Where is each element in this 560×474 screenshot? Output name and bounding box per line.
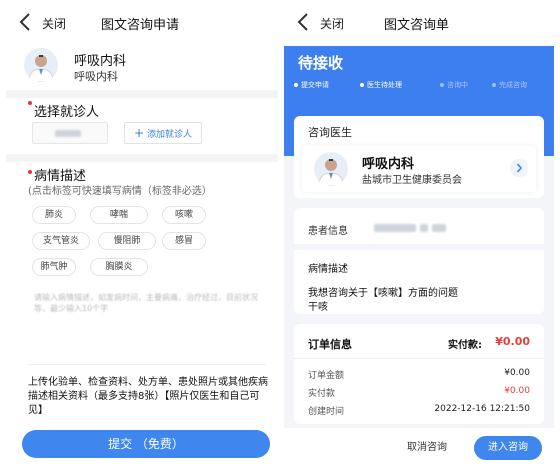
department-name: 呼吸内科 bbox=[74, 54, 127, 69]
condition-textarea[interactable]: 请输入病情描述，如发病时间，主要病痛，治疗经过，目前状况等，最少输入10个字 bbox=[34, 292, 266, 314]
back-arrow-icon[interactable] bbox=[294, 10, 314, 34]
textarea-divider bbox=[28, 364, 266, 365]
blurred-patient-age bbox=[432, 224, 446, 232]
doctor-organization: 盐城市卫生健康委员会 bbox=[362, 175, 462, 186]
doctor-card: 咨询医生 呼吸内科 盐城市卫生健康委员会 bbox=[294, 116, 544, 198]
order-card: 订单信息 实付款: ¥0.00 订单金额 ¥0.00 实付款 ¥0.00 创建时… bbox=[294, 324, 544, 424]
department-header: 呼吸内科 呼吸内科 bbox=[16, 46, 278, 86]
doctor-entry[interactable]: 呼吸内科 盐城市卫生健康委员会 bbox=[302, 146, 536, 192]
enter-consult-button[interactable]: 进入咨询 bbox=[474, 436, 542, 460]
tag-cold[interactable]: 感冒 bbox=[162, 232, 206, 250]
nav-bar: 关闭 图文咨询申请 bbox=[6, 0, 278, 46]
step-submitted: 提交申请 bbox=[294, 78, 329, 92]
paid-row-label: 实付款 bbox=[308, 389, 336, 399]
order-amount-label: 订单金额 bbox=[308, 371, 345, 381]
close-button[interactable]: 关闭 bbox=[42, 15, 66, 32]
tag-pneumonia[interactable]: 肺炎 bbox=[32, 206, 76, 224]
nav-bar: 关闭 图文咨询单 bbox=[284, 0, 554, 46]
condition-title: 病情描述 bbox=[34, 169, 87, 184]
blurred-patient-gender bbox=[420, 224, 428, 232]
page-title: 图文咨询申请 bbox=[101, 18, 180, 33]
back-arrow-icon[interactable] bbox=[16, 10, 36, 34]
condition-header: 病情描述 (点击标签可快速填写病情（标签非必选） bbox=[28, 170, 268, 199]
required-dot bbox=[28, 101, 32, 105]
paid-label: 实付款: bbox=[448, 340, 482, 351]
paid-value: ¥0.00 bbox=[495, 335, 530, 348]
step-doctor-pending: 医生待处理 bbox=[360, 78, 402, 92]
step-completed: 完成咨询 bbox=[492, 78, 527, 92]
page-title: 图文咨询单 bbox=[384, 18, 450, 33]
tag-asthma[interactable]: 哮喘 bbox=[90, 206, 148, 224]
tag-bronchitis[interactable]: 支气管炎 bbox=[32, 232, 90, 250]
bottom-action-bar: 取消咨询 进入咨询 bbox=[284, 428, 554, 474]
blurred-patient-name bbox=[55, 130, 81, 137]
consult-apply-screen: 关闭 图文咨询申请 呼吸内科 呼吸内科 选择就诊人 + 添加就诊人 病情描述 (点… bbox=[6, 0, 278, 474]
order-status: 待接收 bbox=[298, 54, 344, 72]
created-time-value: 2022-12-16 12:21:50 bbox=[434, 404, 530, 414]
department-subtitle: 呼吸内科 bbox=[74, 70, 118, 83]
step-consulting: 咨询中 bbox=[440, 78, 468, 92]
upload-instructions: 上传化验单、检查资料、处方单、患处照片或其他疾病描述相关资料（最多支持8张）【照… bbox=[28, 377, 268, 416]
required-dot bbox=[28, 170, 32, 174]
chevron-right-icon[interactable] bbox=[510, 159, 528, 177]
step-dot bbox=[492, 83, 496, 87]
patient-info-label: 患者信息 bbox=[308, 226, 348, 237]
doctor-name: 呼吸内科 bbox=[362, 157, 415, 172]
doctor-avatar bbox=[314, 152, 348, 186]
submit-button[interactable]: 提交 （免费） bbox=[22, 430, 270, 458]
condition-hint: (点击标签可快速填写病情（标签非必选） bbox=[28, 186, 212, 197]
tag-copd[interactable]: 慢阻肺 bbox=[98, 232, 156, 250]
cancel-consult-button[interactable]: 取消咨询 bbox=[392, 436, 462, 460]
order-amount-value: ¥0.00 bbox=[504, 368, 530, 378]
doctor-avatar bbox=[24, 48, 58, 82]
patient-chip[interactable] bbox=[32, 122, 108, 144]
paid-row-value: ¥0.00 bbox=[504, 386, 530, 396]
tag-cough[interactable]: 咳嗽 bbox=[162, 206, 206, 224]
condition-line-1: 我想咨询关于【咳嗽】方面的问题 bbox=[308, 288, 458, 299]
close-button[interactable]: 关闭 bbox=[320, 15, 344, 32]
step-dot bbox=[440, 83, 444, 87]
condition-line-2: 干咳 bbox=[308, 302, 328, 313]
tag-pleurisy[interactable]: 胸膜炎 bbox=[90, 258, 148, 276]
consult-order-screen: 关闭 图文咨询单 待接收 提交申请 医生待处理 咨询中 完成咨询 咨询医生 呼吸… bbox=[284, 0, 554, 474]
doctor-card-label: 咨询医生 bbox=[308, 126, 352, 139]
order-divider bbox=[294, 358, 544, 359]
tag-emphysema[interactable]: 肺气肿 bbox=[32, 258, 76, 276]
section-divider bbox=[6, 154, 278, 162]
section-divider bbox=[6, 90, 278, 98]
add-patient-button[interactable]: + 添加就诊人 bbox=[124, 122, 202, 144]
section-divider bbox=[294, 244, 544, 250]
patient-info-card: 患者信息 病情描述 我想咨询关于【咳嗽】方面的问题 干咳 bbox=[294, 208, 544, 314]
step-dot bbox=[360, 83, 364, 87]
created-time-label: 创建时间 bbox=[308, 407, 345, 417]
blurred-patient-name bbox=[374, 224, 416, 232]
order-title: 订单信息 bbox=[308, 338, 352, 351]
patient-section-title: 选择就诊人 bbox=[28, 101, 99, 120]
progress-steps: 提交申请 医生待处理 咨询中 完成咨询 bbox=[294, 78, 546, 92]
condition-label: 病情描述 bbox=[308, 264, 348, 275]
plus-icon: + bbox=[134, 126, 145, 140]
step-dot bbox=[294, 83, 298, 87]
